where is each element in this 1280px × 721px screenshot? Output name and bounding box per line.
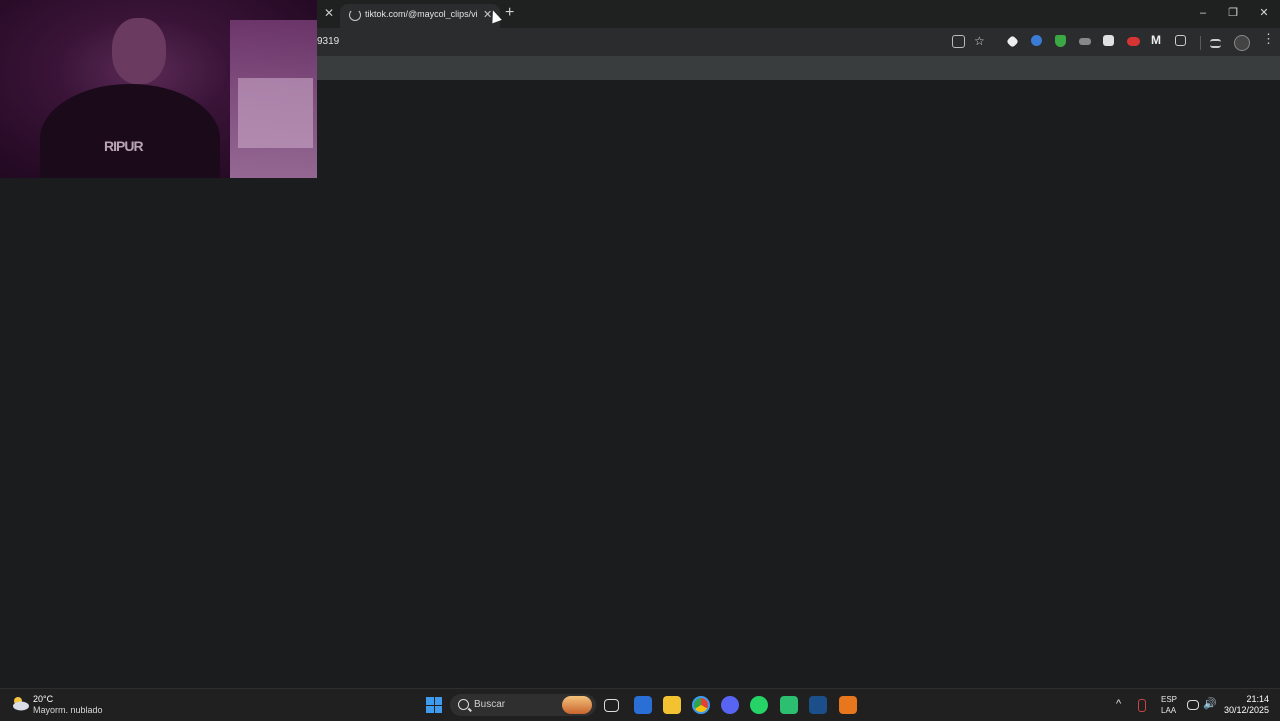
menu-dots-icon[interactable]: ⋮ [1262,31,1276,46]
chrome-icon[interactable] [692,696,710,714]
clock-date[interactable]: 30/12/2025 [1224,705,1269,715]
loading-spinner-icon [349,9,361,21]
window-close-button[interactable]: ✕ [1254,6,1274,20]
taskbar: 20°C Mayorm. nublado Buscar ^ ESP LAA 🔊 … [0,688,1280,721]
webcam-overlay: RIPUR [0,0,317,178]
extension-red-icon[interactable] [1127,37,1140,46]
extension-m-icon[interactable]: M [1151,33,1165,47]
translate-icon[interactable] [952,35,965,48]
close-icon[interactable]: ✕ [322,6,336,20]
address-bar[interactable]: 9319 [317,36,339,47]
search-icon [458,699,469,710]
taskbar-search[interactable]: Buscar [450,694,596,716]
extension-diamond-icon[interactable] [1006,35,1019,48]
bookmarks-bar [316,56,1280,80]
tray-expand-icon[interactable]: ^ [1116,698,1121,710]
toolbar-divider [1200,36,1201,50]
extensions-puzzle-icon[interactable] [1175,35,1186,46]
app-green-icon[interactable] [780,696,798,714]
profile-avatar[interactable] [1234,35,1250,51]
task-view-icon[interactable] [604,699,619,712]
network-icon[interactable] [1187,700,1199,710]
discord-icon[interactable] [721,696,739,714]
tab-active[interactable]: tiktok.com/@maycol_clips/vide ✕ [340,4,500,28]
lang-bottom[interactable]: LAA [1161,706,1176,715]
file-explorer-icon[interactable] [663,696,681,714]
search-highlight-image [562,696,592,714]
steam-icon[interactable] [809,696,827,714]
adblock-shield-icon[interactable] [1055,35,1066,47]
lang-top[interactable]: ESP [1161,695,1177,704]
webcam-person-head [112,18,166,84]
new-tab-button[interactable]: + [505,4,514,22]
microphone-icon[interactable] [1138,699,1146,712]
webcam-person-body [40,84,220,178]
tab-title: tiktok.com/@maycol_clips/vide [365,9,477,19]
app-orange-icon[interactable] [839,696,857,714]
whatsapp-icon[interactable] [750,696,768,714]
microsoft-store-icon[interactable] [634,696,652,714]
search-label: Buscar [474,699,506,710]
bookmark-star-icon[interactable]: ☆ [974,34,988,48]
start-button[interactable] [426,697,442,713]
weather-desc: Mayorm. nublado [33,705,103,715]
extension-glasses-icon[interactable] [1079,38,1091,45]
extension-blue-icon[interactable] [1031,35,1042,46]
weather-cloud-icon[interactable] [10,695,30,711]
webcam-shelf [238,78,313,148]
volume-icon[interactable]: 🔊 [1203,697,1217,710]
shirt-logo: RIPUR [104,138,144,154]
weather-temp: 20°C [33,694,54,704]
media-controls-icon[interactable] [1210,39,1221,48]
minimize-button[interactable]: – [1193,6,1213,20]
maximize-button[interactable]: ❐ [1223,6,1243,20]
extension-square-icon[interactable] [1103,35,1114,46]
clock-time[interactable]: 21:14 [1243,694,1269,704]
